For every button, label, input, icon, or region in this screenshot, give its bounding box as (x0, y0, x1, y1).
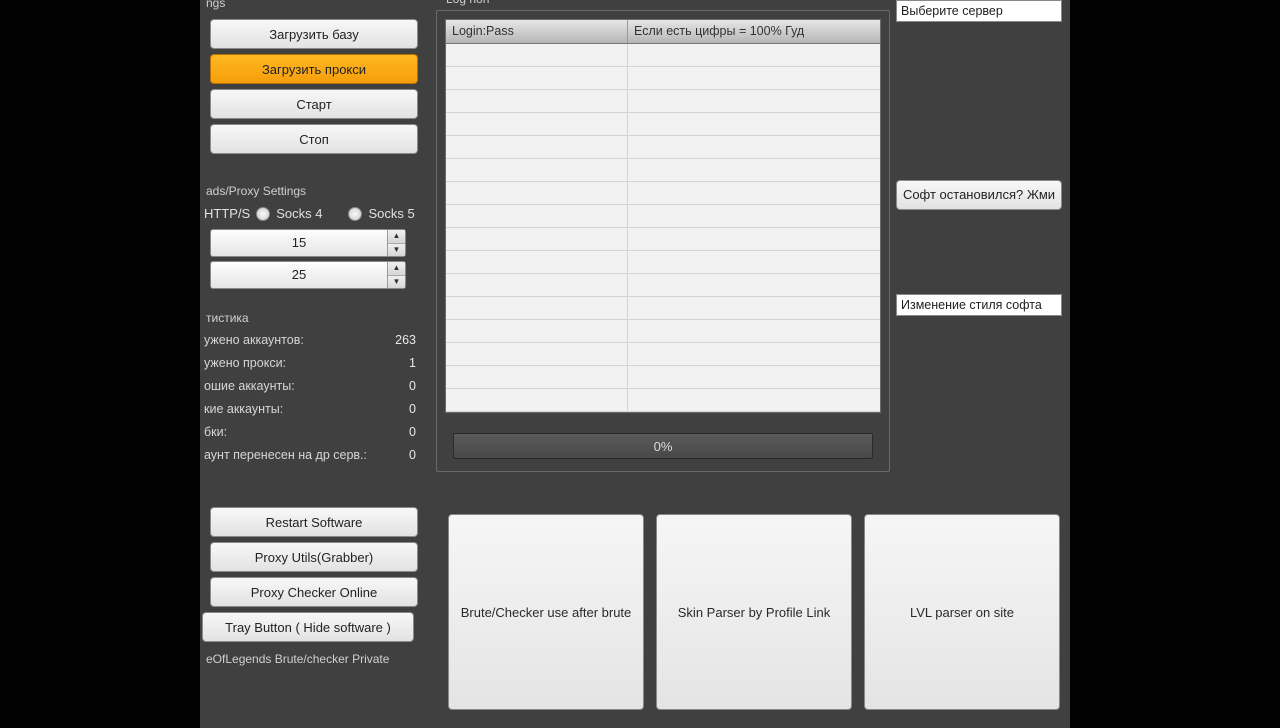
results-table: Login:Pass Если есть цифры = 100% Гуд (445, 19, 881, 413)
spinner-up-icon[interactable]: ▲ (388, 230, 405, 244)
app-title-fragment: eOfLegends Brute/checker Private (204, 648, 424, 670)
brute-checker-card[interactable]: Brute/Checker use after brute (448, 514, 644, 710)
timeout-spinner[interactable]: 25 ▲ ▼ (210, 261, 406, 289)
threads-value: 15 (211, 230, 387, 256)
proxy-http-label: HTTP/S (204, 206, 250, 221)
proxy-settings-label: ads/Proxy Settings (204, 180, 424, 202)
software-stopped-button[interactable]: Софт остановился? Жми (896, 180, 1062, 210)
style-select[interactable]: Изменение стиля софта (896, 294, 1062, 316)
stat-accounts-loaded: ужено аккаунтов:263 (204, 329, 424, 352)
load-proxy-button[interactable]: Загрузить прокси (210, 54, 418, 84)
proxy-type-row: HTTP/S Socks 4 Socks 5 (204, 202, 424, 225)
left-panel: ngs Загрузить базу Загрузить прокси Стар… (200, 0, 428, 728)
tray-button[interactable]: Tray Button ( Hide software ) (202, 612, 414, 642)
progress-bar: 0% (453, 433, 873, 459)
socks4-radio[interactable] (256, 207, 270, 221)
stat-bad-accounts: кие аккаунты:0 (204, 398, 424, 421)
start-button[interactable]: Старт (210, 89, 418, 119)
restart-software-button[interactable]: Restart Software (210, 507, 418, 537)
stat-errors: бки:0 (204, 421, 424, 444)
load-base-button[interactable]: Загрузить базу (210, 19, 418, 49)
spinner-down-icon[interactable]: ▼ (388, 244, 405, 257)
proxy-utils-button[interactable]: Proxy Utils(Grabber) (210, 542, 418, 572)
stats-group-label: тистика (204, 307, 424, 329)
stop-button[interactable]: Стоп (210, 124, 418, 154)
stat-moved: аунт перенесен на др серв.:0 (204, 444, 424, 467)
col-digits-good: Если есть цифры = 100% Гуд (628, 20, 880, 43)
spinner-up-icon[interactable]: ▲ (388, 262, 405, 276)
timeout-value: 25 (211, 262, 387, 288)
log-box-label: Log non (444, 0, 890, 10)
log-box: Login:Pass Если есть цифры = 100% Гуд (436, 10, 890, 472)
socks4-label: Socks 4 (276, 206, 322, 221)
stat-proxy-loaded: ужено прокси:1 (204, 352, 424, 375)
app-window: ngs Загрузить базу Загрузить прокси Стар… (200, 0, 1070, 728)
lvl-parser-card[interactable]: LVL parser on site (864, 514, 1060, 710)
col-login-pass: Login:Pass (446, 20, 628, 43)
settings-group-label: ngs (204, 0, 424, 14)
socks5-radio[interactable] (348, 207, 362, 221)
progress-text: 0% (654, 439, 673, 454)
server-select[interactable]: Выберите сервер (896, 0, 1062, 22)
proxy-checker-button[interactable]: Proxy Checker Online (210, 577, 418, 607)
stat-good-accounts: ошие аккаунты:0 (204, 375, 424, 398)
table-body[interactable] (446, 44, 880, 412)
right-panel: Выберите сервер Софт остановился? Жми Из… (896, 0, 1062, 316)
spinner-down-icon[interactable]: ▼ (388, 276, 405, 289)
tools-cards-row: Brute/Checker use after brute Skin Parse… (448, 514, 1060, 710)
skin-parser-card[interactable]: Skin Parser by Profile Link (656, 514, 852, 710)
center-panel: Log non Login:Pass Если есть цифры = 100… (436, 0, 890, 472)
socks5-label: Socks 5 (368, 206, 414, 221)
threads-spinner[interactable]: 15 ▲ ▼ (210, 229, 406, 257)
